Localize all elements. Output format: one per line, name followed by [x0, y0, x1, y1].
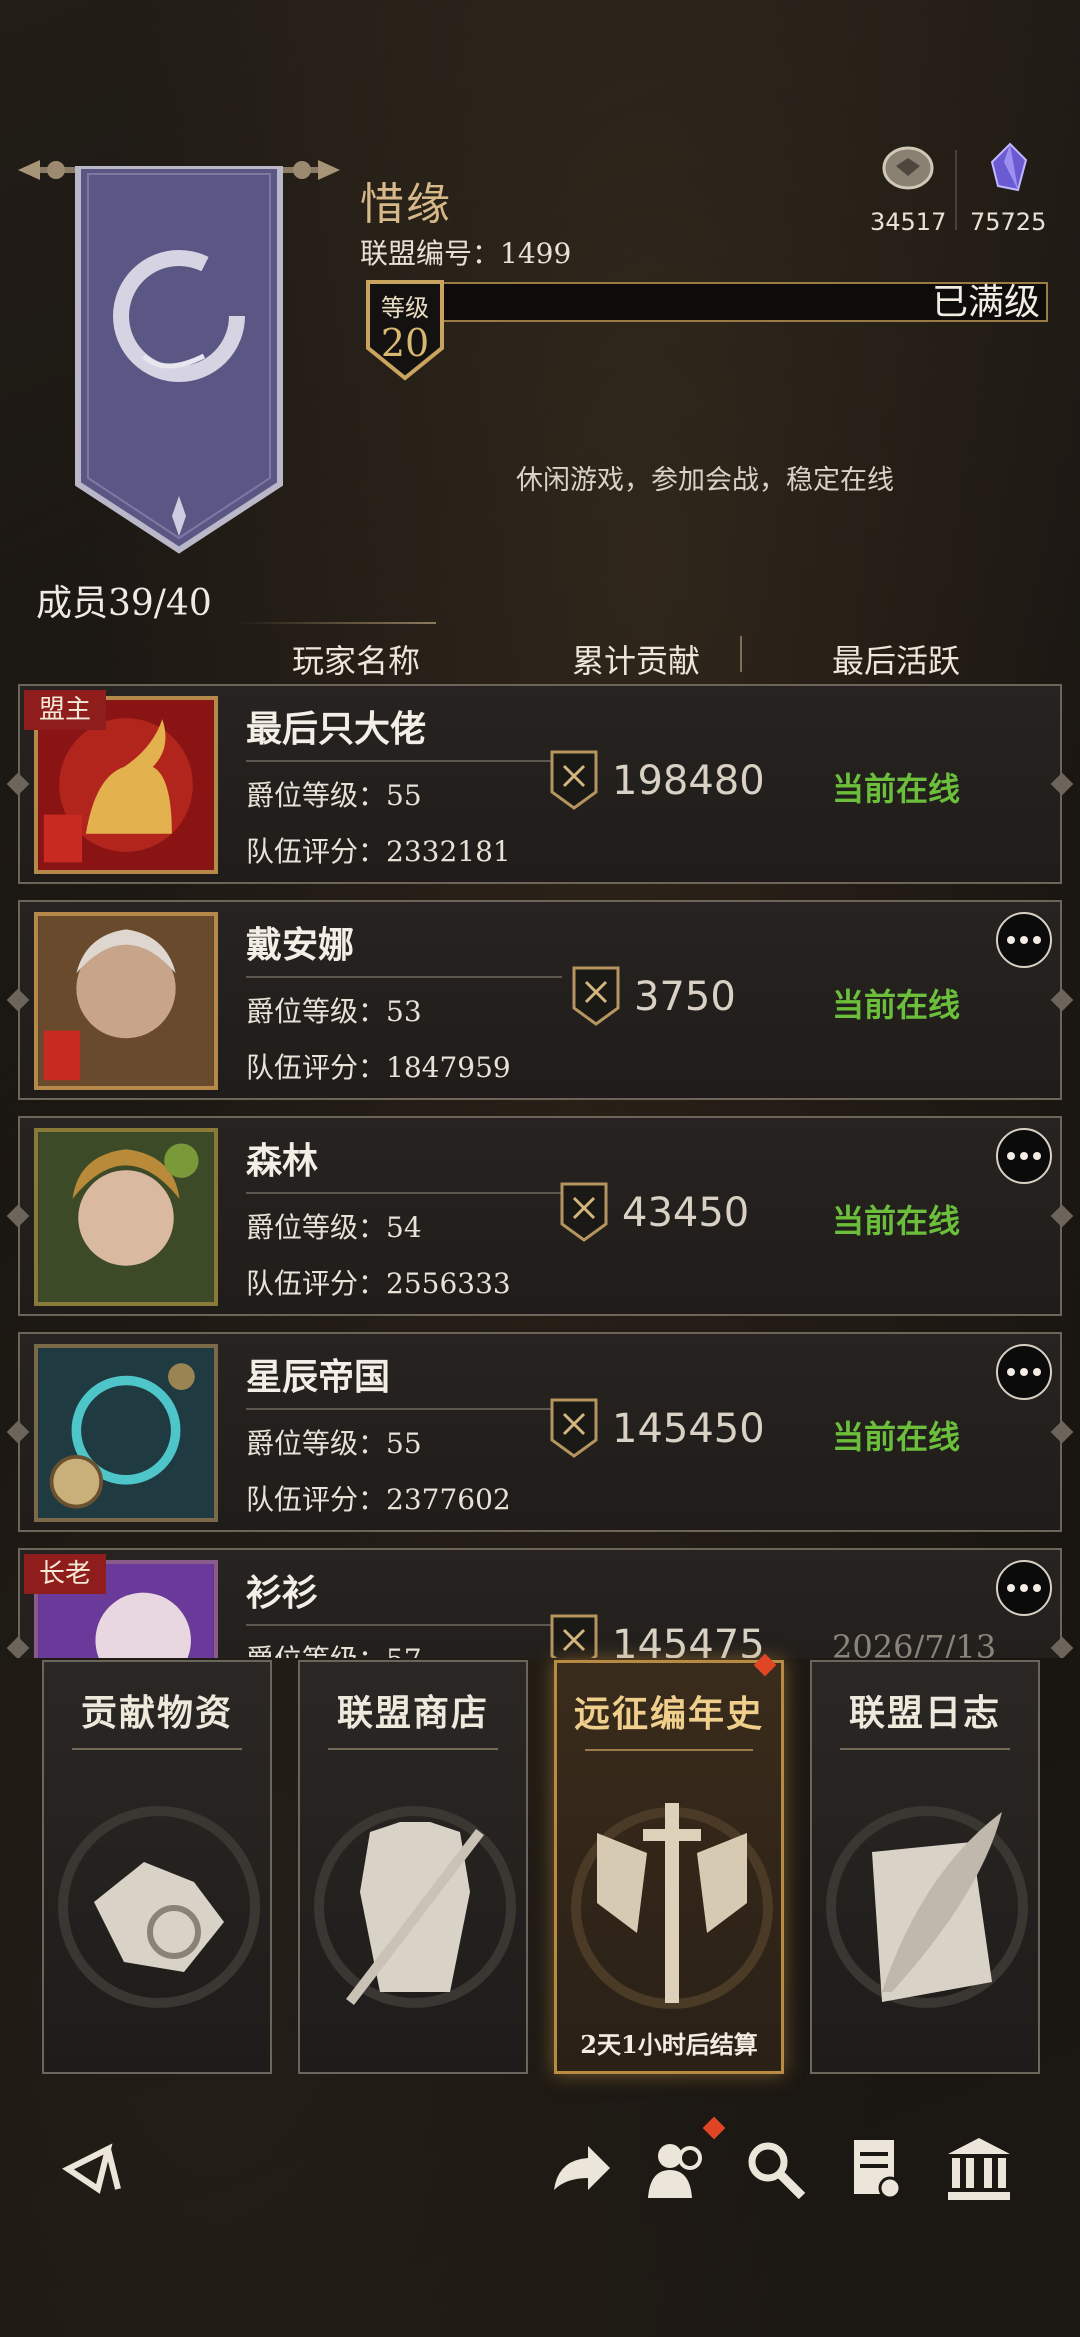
contribution-icon: [560, 1182, 608, 1242]
role-tag: 盟主: [24, 690, 106, 730]
card-title: 联盟日志: [848, 1692, 1001, 1734]
column-header-last-active[interactable]: 最后活跃: [832, 636, 960, 682]
card-alliance-shop[interactable]: 联盟商店: [298, 1660, 528, 2074]
member-row[interactable]: 盟主 最后只大佬 爵位等级：55 队伍评分：2332181 198480 当前在…: [6, 684, 1074, 884]
more-options-button[interactable]: [996, 1128, 1052, 1184]
contribution-icon: [550, 1614, 598, 1658]
member-avatar[interactable]: [34, 912, 218, 1090]
member-row[interactable]: 星辰帝国 爵位等级：55 队伍评分：2377602 145450 当前在线: [6, 1332, 1074, 1532]
contribution-icon: [550, 1398, 598, 1458]
member-row[interactable]: 长老 衫衫 爵位等级：57 145475 2026/7/13: [6, 1548, 1074, 1658]
column-header-contribution[interactable]: 累计贡献: [572, 636, 700, 682]
members-icon[interactable]: [642, 2134, 712, 2204]
level-progress-bar: 已满级: [404, 282, 1048, 322]
member-list[interactable]: 盟主 最后只大佬 爵位等级：55 队伍评分：2332181 198480 当前在…: [0, 680, 1080, 1658]
contribution-icon: [572, 966, 620, 1026]
member-level: 爵位等级：55: [246, 1427, 422, 1460]
member-row[interactable]: 森林 爵位等级：54 队伍评分：2556333 43450 当前在线: [6, 1116, 1074, 1316]
member-status: 当前在线: [832, 1418, 961, 1456]
armor-sword-icon: [314, 1806, 516, 2008]
alliance-name: 惜缘: [360, 179, 452, 230]
member-status: 当前在线: [832, 1202, 961, 1240]
crystal-gem-resource[interactable]: 75725: [970, 140, 1046, 236]
member-avatar[interactable]: [34, 1128, 218, 1306]
card-contribute-supplies[interactable]: 贡献物资: [42, 1660, 272, 2074]
bank-icon[interactable]: [944, 2134, 1014, 2204]
member-name: 星辰帝国: [246, 1356, 391, 1398]
silver-coin-icon: [882, 146, 934, 190]
alliance-motto: 休闲游戏，参加会战，稳定在线: [516, 465, 894, 496]
member-contribution: 43450: [622, 1190, 750, 1236]
back-icon[interactable]: [58, 2134, 128, 2204]
member-score: 队伍评分：2556333: [246, 1267, 511, 1300]
card-alliance-log[interactable]: 联盟日志: [810, 1660, 1040, 2074]
crystal-gem-value: 75725: [970, 208, 1047, 236]
crystal-gem-icon: [991, 142, 1028, 192]
member-contribution: 145450: [612, 1406, 765, 1452]
role-tag: 长老: [24, 1554, 106, 1594]
member-score: 队伍评分：2377602: [246, 1483, 511, 1516]
member-contribution: 198480: [612, 758, 765, 804]
silver-coin-resource[interactable]: 34517: [870, 140, 946, 236]
card-expedition-chronicle[interactable]: 远征编年史 2天1小时后结算: [554, 1653, 784, 2074]
card-title: 远征编年史: [573, 1693, 764, 1735]
card-title: 联盟商店: [336, 1692, 489, 1734]
level-badge: 等级 20: [366, 280, 444, 381]
member-level: 爵位等级：54: [246, 1211, 422, 1244]
member-status: 当前在线: [832, 986, 961, 1024]
member-level: 爵位等级：57: [246, 1638, 422, 1658]
card-countdown: 2天1小时后结算: [580, 2030, 758, 2059]
search-icon[interactable]: [740, 2134, 810, 2204]
member-avatar[interactable]: [34, 1344, 218, 1522]
members-count: 成员39/40: [36, 583, 212, 624]
sword-flags-icon: [571, 1803, 773, 2009]
more-options-button[interactable]: [996, 1344, 1052, 1400]
member-level: 爵位等级：55: [246, 779, 422, 812]
card-title: 贡献物资: [80, 1692, 233, 1734]
member-level: 爵位等级：53: [246, 995, 422, 1028]
member-name: 衫衫: [246, 1572, 319, 1614]
more-options-button[interactable]: [996, 912, 1052, 968]
alliance-id: 联盟编号：1499: [360, 237, 572, 270]
svg-text:20: 20: [381, 321, 429, 365]
quill-scroll-icon: [826, 1806, 1028, 2008]
document-icon[interactable]: [842, 2134, 912, 2204]
silver-coin-value: 34517: [870, 208, 947, 236]
more-options-button[interactable]: [996, 1560, 1052, 1616]
header-divider: [236, 622, 436, 624]
svg-text:等级: 等级: [381, 294, 429, 322]
member-name: 戴安娜: [246, 924, 355, 966]
member-last-active: 2026/7/13: [832, 1628, 997, 1658]
member-contribution: 145475: [612, 1622, 765, 1658]
member-score: 队伍评分：1847959: [246, 1051, 511, 1084]
alliance-banner[interactable]: [74, 166, 284, 554]
column-separator: [740, 636, 742, 672]
resource-divider: [955, 150, 957, 230]
member-contribution: 3750: [634, 974, 736, 1020]
column-header-name: 玩家名称: [292, 642, 421, 680]
member-status: 当前在线: [832, 770, 961, 808]
level-status: 已满级: [931, 282, 1040, 323]
member-row[interactable]: 戴安娜 爵位等级：53 队伍评分：1847959 3750 当前在线: [6, 900, 1074, 1100]
contribution-icon: [550, 750, 598, 810]
member-name: 最后只大佬: [246, 708, 427, 750]
share-icon[interactable]: [544, 2134, 614, 2204]
member-score: 队伍评分：2332181: [246, 835, 511, 868]
member-name: 森林: [246, 1140, 319, 1182]
scroll-supplies-icon: [58, 1806, 260, 2008]
